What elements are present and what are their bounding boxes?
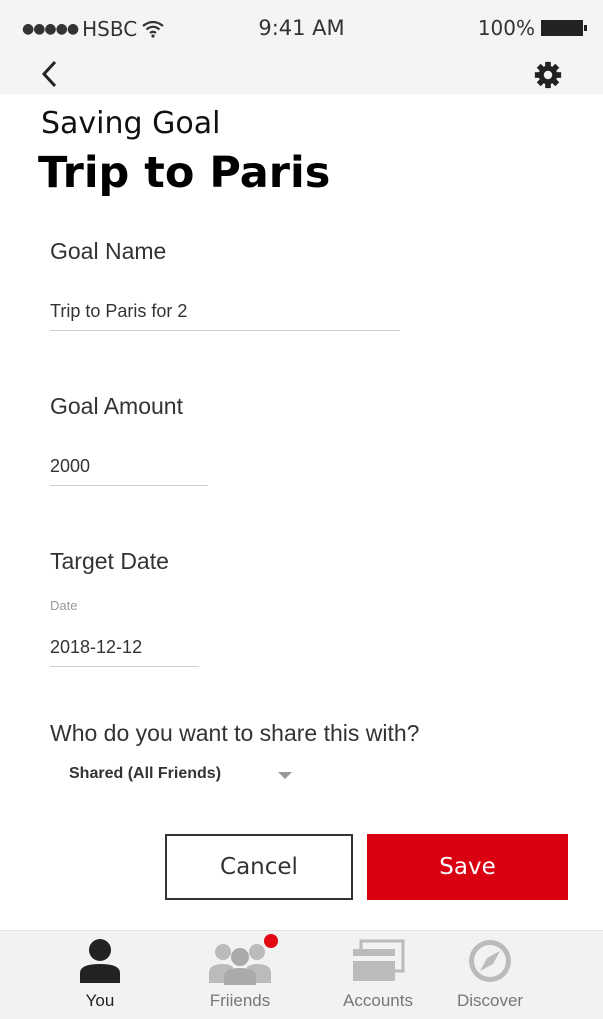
battery-status: 100% — [477, 16, 587, 40]
nav-bar — [0, 58, 603, 94]
battery-icon — [541, 20, 587, 36]
cancel-button[interactable]: Cancel — [165, 834, 353, 900]
page-header: Saving Goal Trip to Paris — [0, 94, 603, 206]
person-icon — [80, 939, 120, 983]
tab-label-accounts: Accounts — [343, 991, 413, 1010]
target-date-input[interactable]: 2018-12-12 — [50, 637, 199, 667]
page-subtitle: Saving Goal — [41, 106, 221, 141]
gear-icon[interactable] — [532, 60, 564, 90]
save-button[interactable]: Save — [367, 834, 568, 900]
page-title: Trip to Paris — [38, 148, 331, 198]
tab-bar: You Friiends Accounts Discover — [0, 930, 603, 1019]
target-date-label: Target Date — [50, 548, 169, 574]
card-icon — [353, 939, 405, 981]
share-label: Who do you want to share this with? — [50, 720, 420, 746]
tab-label-you: You — [85, 991, 115, 1010]
battery-percent: 100% — [477, 16, 535, 40]
compass-icon — [469, 940, 511, 982]
notification-dot — [264, 934, 278, 948]
date-hint-label: Date — [50, 598, 78, 613]
tab-label-friends: Friiends — [209, 991, 271, 1010]
status-bar: ●●●●● HSBC 9:41 AM 100% — [0, 0, 603, 58]
goal-name-label: Goal Name — [50, 238, 167, 264]
back-icon[interactable] — [36, 58, 66, 90]
goal-amount-label: Goal Amount — [50, 393, 183, 419]
tab-label-discover: Discover — [456, 991, 524, 1010]
group-icon — [209, 944, 271, 985]
goal-name-input[interactable]: Trip to Paris for 2 — [50, 301, 400, 331]
chevron-down-icon[interactable] — [278, 772, 292, 779]
goal-amount-input[interactable]: 2000 — [50, 456, 208, 486]
share-dropdown[interactable]: Shared (All Friends) — [69, 765, 221, 783]
